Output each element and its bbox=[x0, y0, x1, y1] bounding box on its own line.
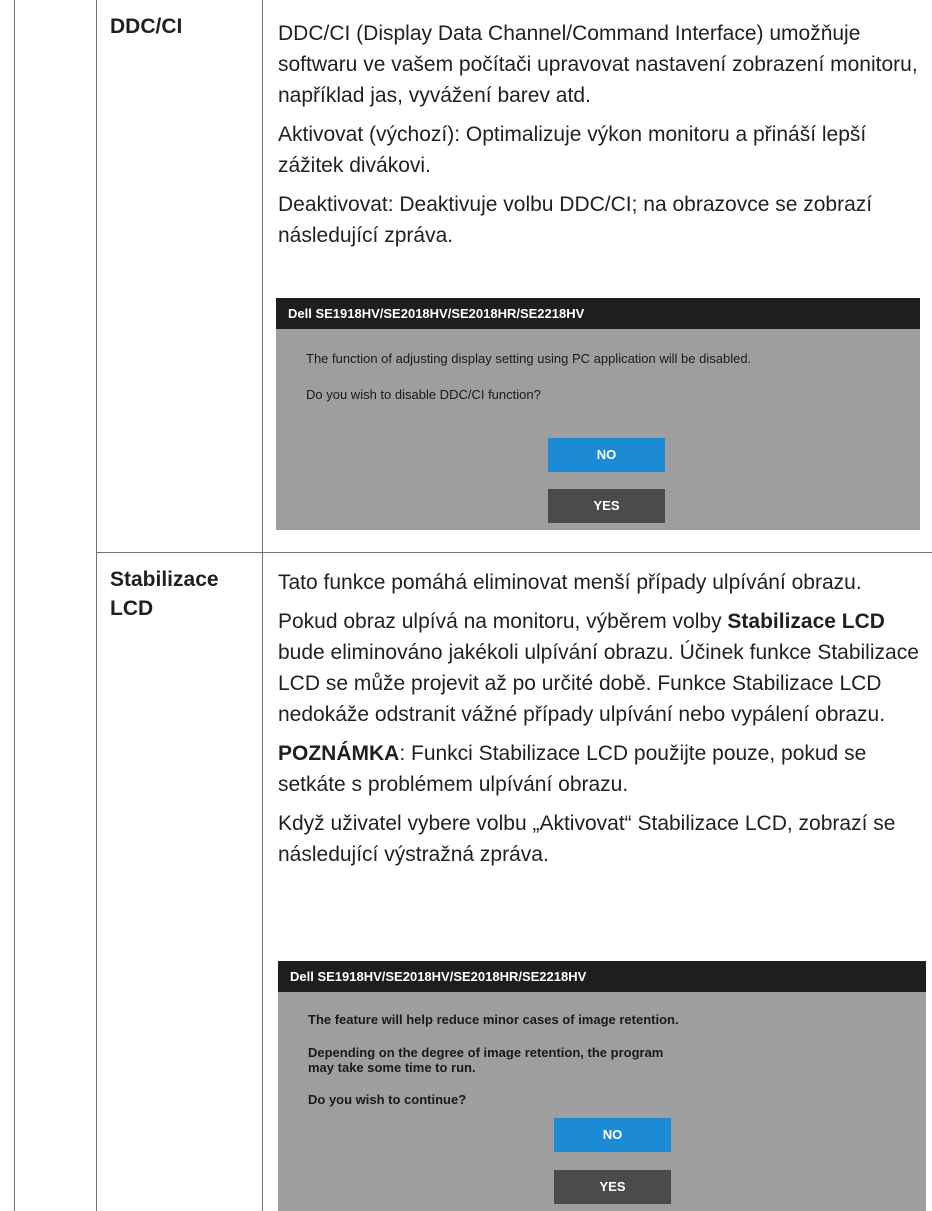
dialog-message: Do you wish to disable DDC/CI function? bbox=[306, 387, 541, 402]
option-name: Stabilizace LCD bbox=[727, 610, 885, 633]
paragraph: Aktivovat (výchozí): Optimalizuje výkon … bbox=[278, 123, 867, 177]
paragraph: Tato funkce pomáhá eliminovat menší příp… bbox=[278, 571, 862, 594]
note-paragraph: POZNÁMKA: Funkci Stabilizace LCD použijt… bbox=[278, 738, 928, 800]
row-label-ddcci: DDC/CI bbox=[110, 15, 183, 38]
row-content-lcd-conditioning: Tato funkce pomáhá eliminovat menší příp… bbox=[278, 567, 928, 878]
paragraph: Když uživatel vybere volbu „Aktivovat“ S… bbox=[278, 812, 896, 866]
table-border-left-inner bbox=[96, 0, 97, 1211]
ddcci-dialog: Dell SE1918HV/SE2018HV/SE2018HR/SE2218HV… bbox=[276, 298, 920, 530]
dialog-message: Do you wish to continue? bbox=[308, 1092, 467, 1107]
paragraph-text: bude eliminováno jakékoli ulpívání obraz… bbox=[278, 641, 919, 726]
dialog-message: The function of adjusting display settin… bbox=[306, 351, 752, 366]
table-row-divider bbox=[96, 552, 932, 553]
paragraph: Deaktivovat: Deaktivuje volbu DDC/CI; na… bbox=[278, 193, 873, 247]
dialog-message: Depending on the degree of image retenti… bbox=[308, 1045, 664, 1075]
no-button[interactable]: NO bbox=[548, 438, 665, 472]
row-label-lcd-conditioning: Stabilizace LCD bbox=[110, 568, 219, 620]
paragraph: Pokud obraz ulpívá na monitoru, výběrem … bbox=[278, 606, 928, 730]
dialog-title: Dell SE1918HV/SE2018HV/SE2018HR/SE2218HV bbox=[276, 298, 920, 329]
dialog-message: The feature will help reduce minor cases… bbox=[308, 1012, 679, 1027]
no-button[interactable]: NO bbox=[554, 1118, 671, 1152]
note-label: POZNÁMKA bbox=[278, 742, 400, 765]
table-border-left-outer bbox=[14, 0, 15, 1211]
paragraph-text: Pokud obraz ulpívá na monitoru, výběrem … bbox=[278, 610, 722, 633]
table-border-middle bbox=[262, 0, 263, 1211]
dialog-title: Dell SE1918HV/SE2018HV/SE2018HR/SE2218HV bbox=[278, 961, 926, 992]
lcd-conditioning-dialog: Dell SE1918HV/SE2018HV/SE2018HR/SE2218HV… bbox=[278, 961, 926, 1211]
row-content-ddcci: DDC/CI (Display Data Channel/Command Int… bbox=[278, 18, 928, 259]
yes-button[interactable]: YES bbox=[554, 1170, 671, 1204]
yes-button[interactable]: YES bbox=[548, 489, 665, 523]
paragraph: DDC/CI (Display Data Channel/Command Int… bbox=[278, 22, 918, 107]
